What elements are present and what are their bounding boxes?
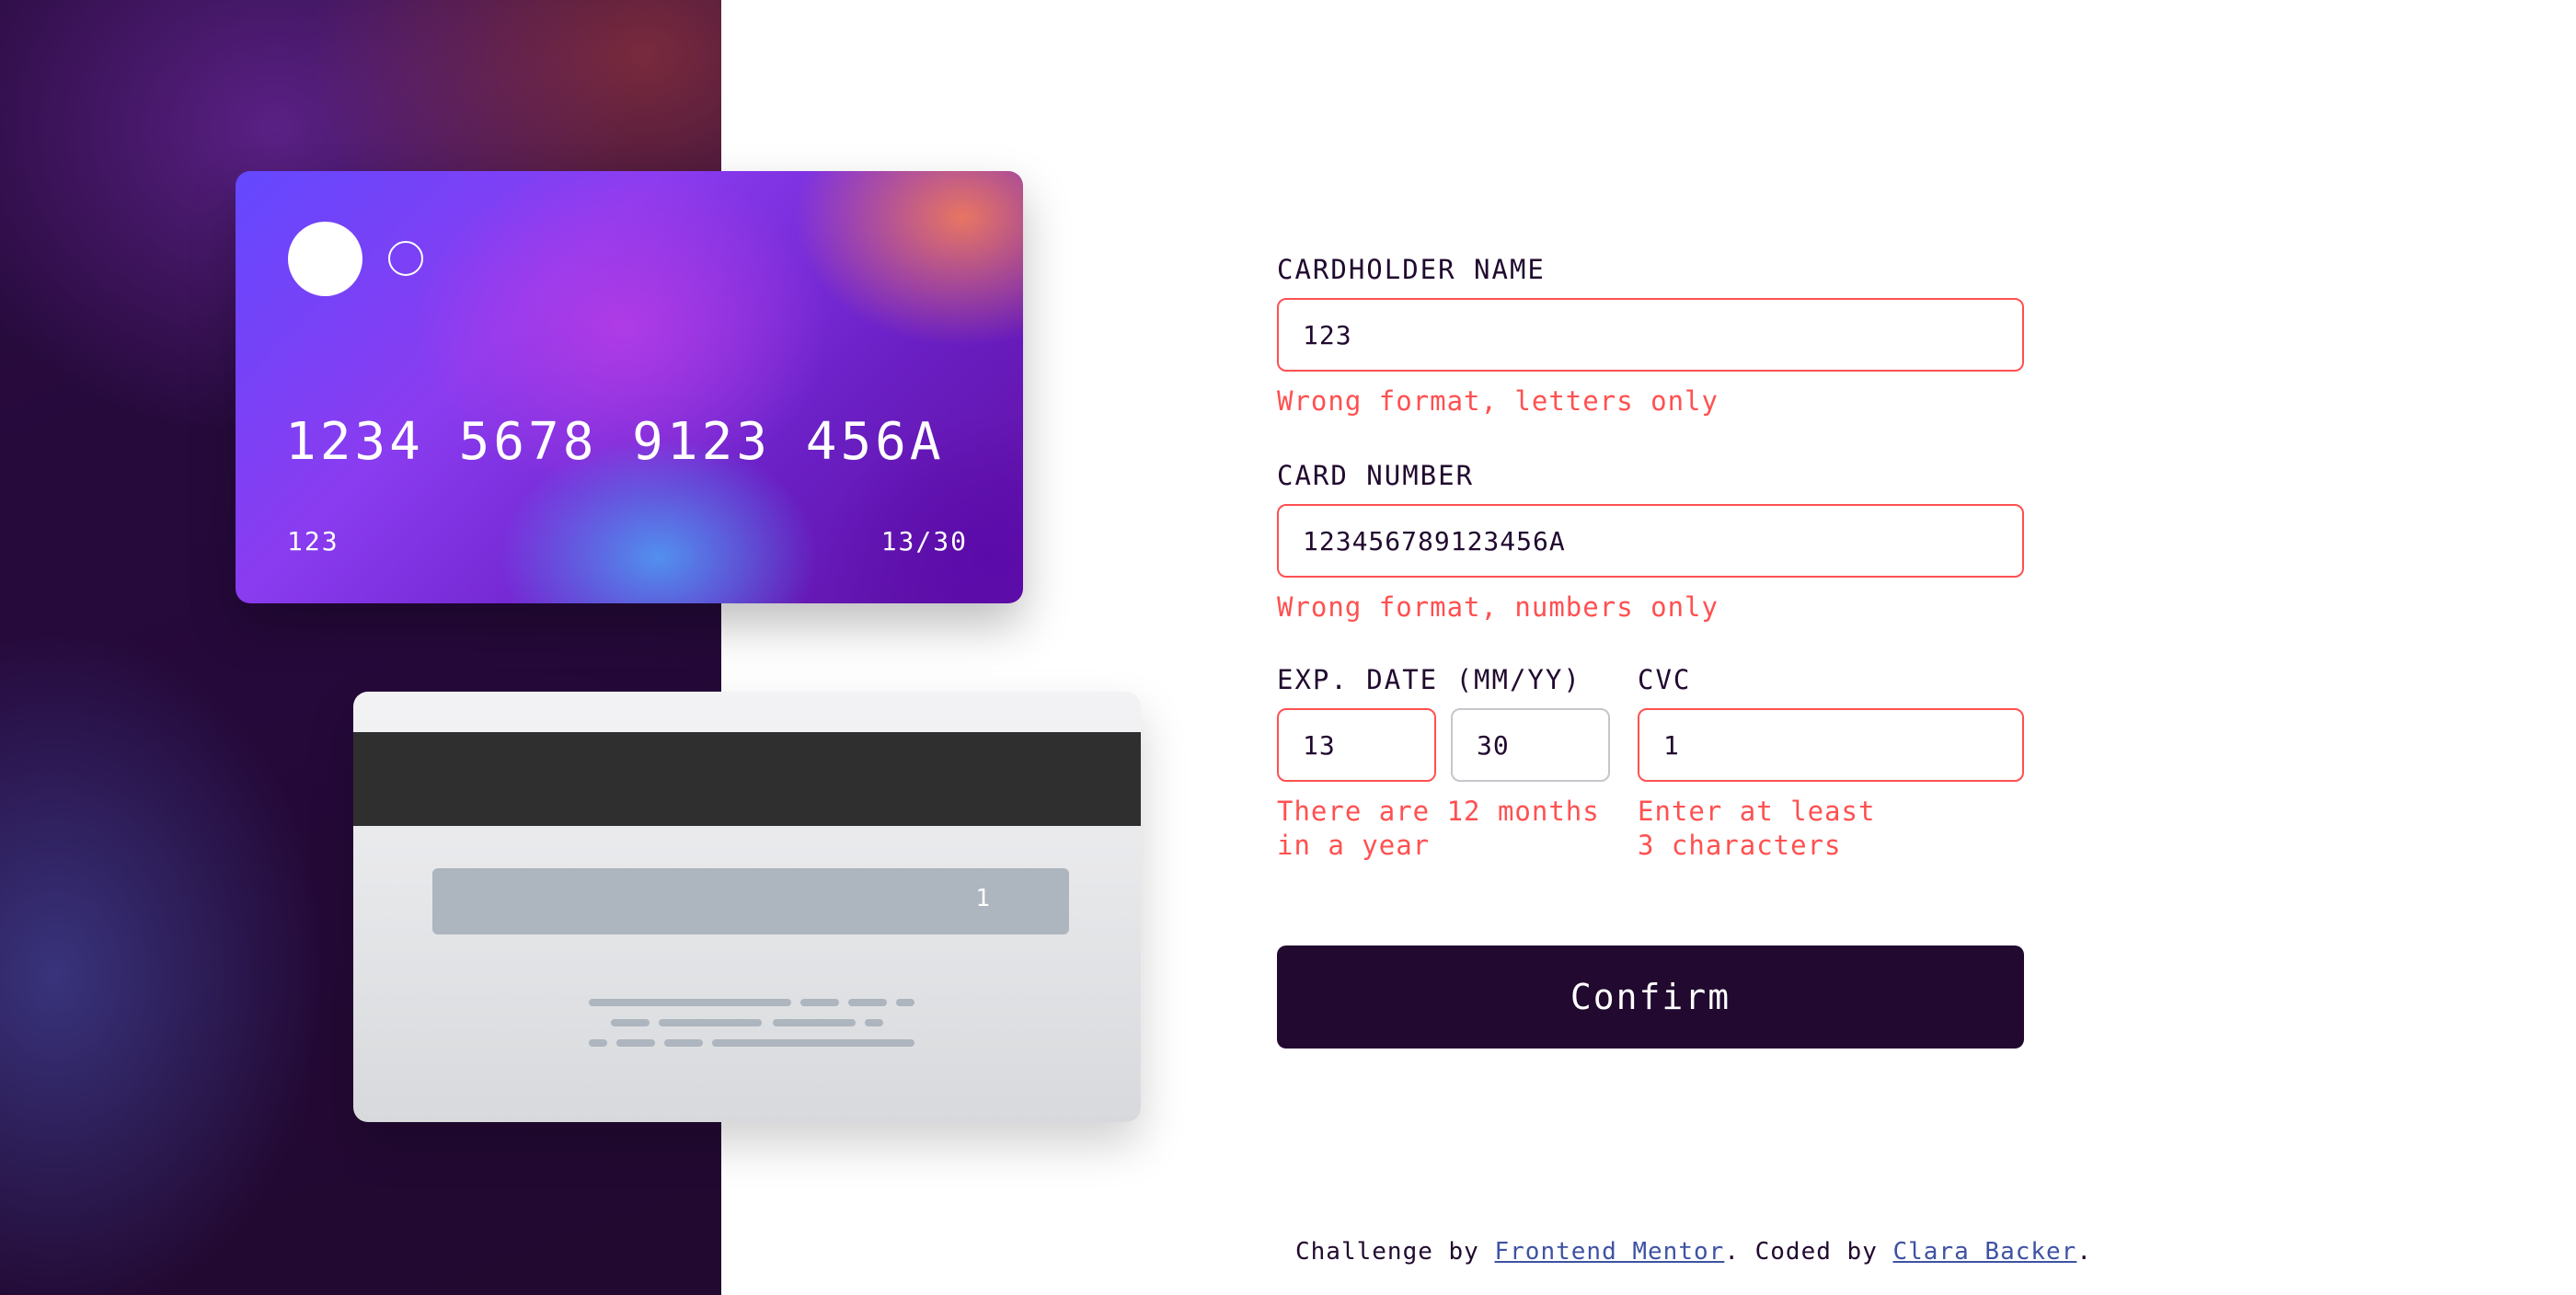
cvc-error-line2: 3 characters [1638,830,1842,861]
exp-month-input[interactable] [1277,708,1436,782]
cvc-group: CVC Enter at least3 characters [1638,664,2024,863]
exp-date-error: There are 12 months in a year [1277,795,1608,863]
card-front-number: 1234 5678 9123 456A [285,412,945,472]
confirm-button[interactable]: Confirm [1277,945,2024,1049]
card-back-decoration-line [589,999,791,1006]
cvc-error-line1: Enter at least [1638,796,1876,827]
card-back-decoration-line [611,1019,650,1026]
footer-prefix: Challenge by [1295,1238,1495,1266]
card-back-decoration-line [712,1039,914,1047]
card-back-decoration-line [800,999,839,1006]
card-back-decoration-line [896,999,914,1006]
cardholder-name-label: CARDHOLDER NAME [1277,254,1546,285]
card-back-decoration-line [589,1039,607,1047]
card-back-decoration-line [773,1019,856,1026]
card-magnetic-stripe [353,732,1141,826]
exp-date-inputs [1277,708,1610,782]
frontend-mentor-link[interactable]: Frontend Mentor [1495,1238,1725,1266]
attribution-footer: Challenge by Frontend Mentor. Coded by C… [1295,1238,2091,1266]
card-signature-strip: 1 [432,868,1069,934]
card-back-decoration-line [616,1039,655,1047]
footer-middle: . Coded by [1724,1238,1893,1266]
card-back-decoration-line [848,999,887,1006]
exp-date-label: EXP. DATE (MM/YY) [1277,664,1581,695]
card-number-input[interactable] [1277,504,2024,578]
footer-suffix: . [2076,1238,2092,1266]
card-front-exp-year: 30 [933,526,968,556]
card-back-cvc: 1 [975,885,992,912]
card-back-decoration-line [659,1019,762,1026]
exp-date-group: EXP. DATE (MM/YY) There are 12 monthsin … [1277,664,1610,863]
cvc-input[interactable] [1638,708,2024,782]
card-front-expiry: 13/30 [881,526,968,556]
card-front-exp-separator: / [915,526,934,556]
card-back-decoration-line [664,1039,703,1047]
card-logo-outline-circle-icon [388,241,423,276]
card-back-decoration-line [865,1019,883,1026]
card-logo-filled-circle-icon [288,222,362,296]
cardholder-name-input[interactable] [1277,298,2024,372]
card-front: 1234 5678 9123 456A 123 13/30 [236,171,1023,603]
card-front-exp-month: 13 [880,526,916,556]
exp-year-input[interactable] [1451,708,1610,782]
cvc-error: Enter at least 3 characters [1638,795,1969,863]
card-back: 1 [353,692,1141,1122]
card-number-label: CARD NUMBER [1277,460,1475,491]
cardholder-name-group: CARDHOLDER NAME Wrong format, letters on… [1277,254,2024,418]
card-number-group: CARD NUMBER Wrong format, numbers only [1277,460,2024,625]
exp-date-error-line1: There are 12 months [1277,796,1600,827]
cvc-label: CVC [1638,664,1692,695]
card-number-error: Wrong format, numbers only [1277,591,1719,623]
cardholder-name-error: Wrong format, letters only [1277,385,1719,417]
exp-date-error-line2: in a year [1277,830,1431,861]
author-link[interactable]: Clara Backer [1893,1238,2077,1266]
card-front-name: 123 [287,526,339,556]
